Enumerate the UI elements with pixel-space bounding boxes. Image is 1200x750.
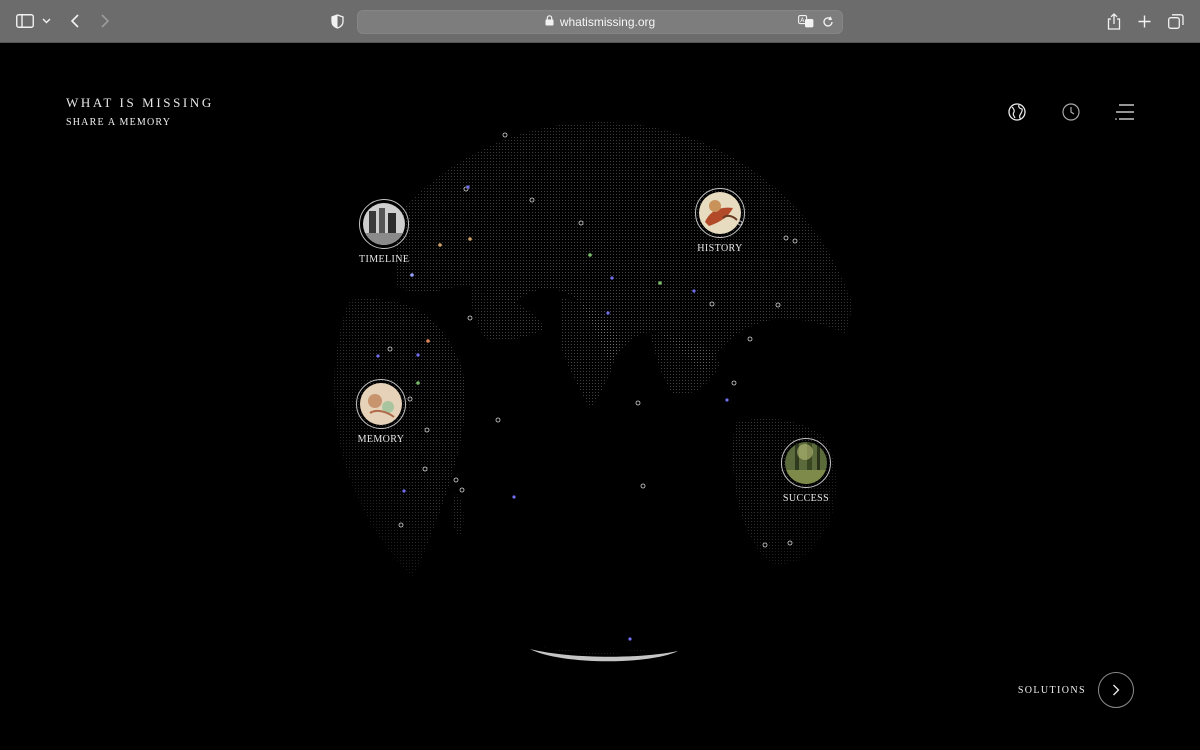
top-nav-icons <box>1006 101 1136 123</box>
history-label: HISTORY <box>697 243 743 254</box>
history-ring <box>695 188 745 238</box>
new-tab-icon[interactable] <box>1138 11 1151 31</box>
brand: WHAT IS MISSING SHARE A MEMORY <box>66 95 214 128</box>
solutions-button[interactable]: SOLUTIONS <box>1018 672 1134 708</box>
node-timeline[interactable]: TIMELINE <box>359 199 410 265</box>
lock-icon <box>545 15 554 29</box>
back-icon[interactable] <box>70 11 80 31</box>
timeline-label: TIMELINE <box>359 254 410 265</box>
browser-toolbar: whatismissing.org A <box>0 0 1200 43</box>
memory-thumbnail <box>360 383 402 425</box>
memory-label: MEMORY <box>357 434 405 445</box>
url-text: whatismissing.org <box>559 15 656 29</box>
history-thumbnail <box>699 192 741 234</box>
success-label: SUCCESS <box>782 493 830 504</box>
svg-text:A: A <box>800 17 805 24</box>
node-memory[interactable]: MEMORY <box>356 379 406 445</box>
clock-icon[interactable] <box>1060 101 1082 123</box>
forward-icon[interactable] <box>100 11 110 31</box>
timeline-thumbnail <box>363 203 406 245</box>
page: WHAT IS MISSING SHARE A MEMORY TIMELINE … <box>0 43 1200 750</box>
globe-icon[interactable] <box>1006 101 1028 123</box>
globe[interactable] <box>0 43 1200 750</box>
menu-icon[interactable] <box>1114 101 1136 123</box>
solutions-label: SOLUTIONS <box>1017 684 1086 696</box>
node-success[interactable]: SUCCESS <box>781 438 831 504</box>
address-bar[interactable]: whatismissing.org A <box>357 10 843 34</box>
timeline-ring <box>359 199 410 249</box>
shield-icon[interactable] <box>331 11 344 31</box>
node-history[interactable]: HISTORY <box>695 188 745 254</box>
memory-ring <box>356 379 406 429</box>
chevron-down-icon[interactable] <box>42 11 51 31</box>
chevron-right-icon[interactable] <box>1098 672 1134 708</box>
reload-icon[interactable] <box>822 16 834 31</box>
share-icon[interactable] <box>1107 11 1121 31</box>
sidebar-toggle-icon[interactable] <box>16 11 34 31</box>
translate-icon[interactable]: A <box>798 15 814 31</box>
tab-overview-icon[interactable] <box>1168 11 1184 31</box>
success-thumbnail <box>785 442 827 484</box>
success-ring <box>781 438 831 488</box>
site-title[interactable]: WHAT IS MISSING <box>66 95 214 111</box>
share-memory-link[interactable]: SHARE A MEMORY <box>66 117 214 128</box>
